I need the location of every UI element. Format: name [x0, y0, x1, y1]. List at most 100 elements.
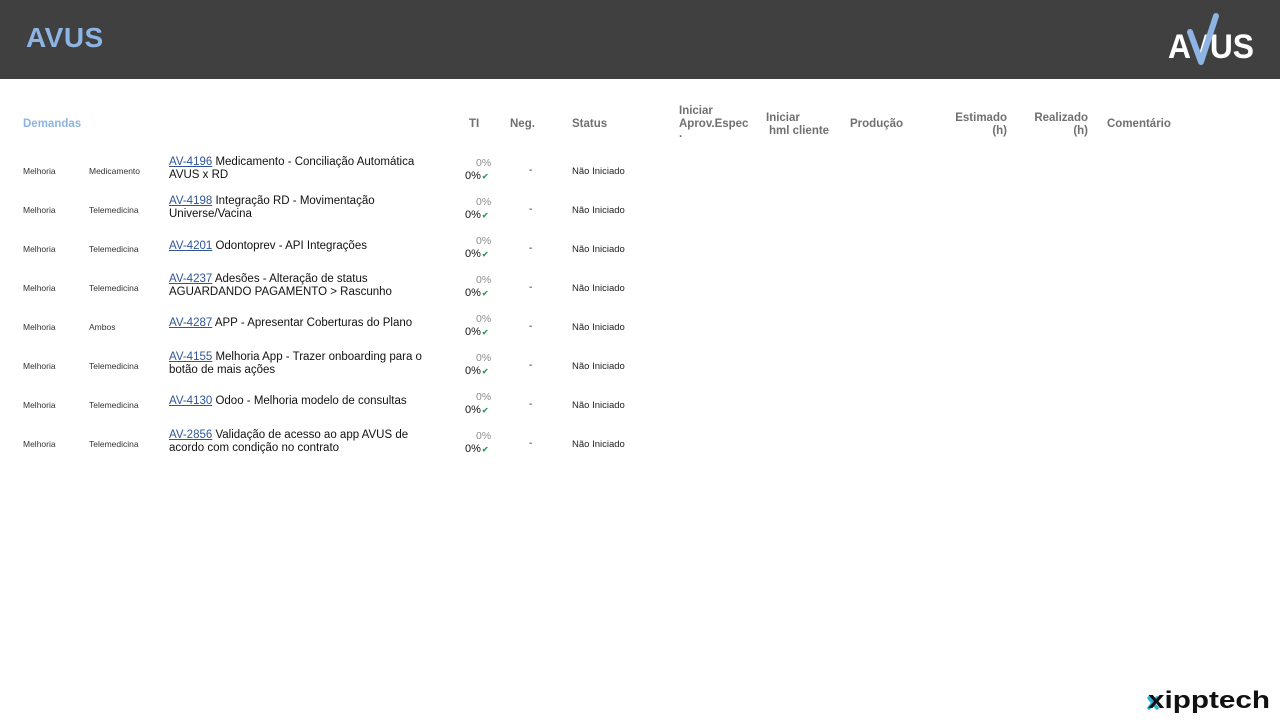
table-row: Melhoria Telemedicina AV-4201 Odontoprev…: [0, 232, 1280, 271]
ticket-link[interactable]: AV-4287: [169, 317, 212, 329]
col-estimado-line1: Estimado: [955, 112, 1007, 124]
col-iniciar-aprov-line1: Iniciar: [679, 105, 713, 117]
ticket-link[interactable]: AV-4237: [169, 273, 212, 285]
col-iniciar-aprov: Iniciar Aprov.Espec .: [679, 105, 749, 140]
col-demandas: Demandas: [23, 118, 82, 130]
col-realizado-line2: (h): [1073, 125, 1088, 137]
row-description: AV-4287 APP - Apresentar Coberturas do P…: [169, 317, 441, 330]
col-realizado-line1: Realizado: [1034, 112, 1088, 124]
table-row: Melhoria Ambos AV-4287 APP - Apresentar …: [0, 310, 1280, 349]
ticket-link[interactable]: AV-4201: [169, 240, 212, 252]
row-subcategory: Telemedicina: [89, 361, 139, 371]
check-icon: ✔: [481, 406, 489, 415]
ti-done: 0%: [465, 326, 481, 338]
table-row: Melhoria Telemedicina AV-4130 Odoo - Mel…: [0, 388, 1280, 427]
col-estimado-line2: (h): [992, 125, 1007, 137]
neg-value: -: [529, 360, 533, 371]
ti-progress: 0%✔: [465, 443, 489, 455]
status-text: Não Iniciado: [572, 400, 625, 411]
col-estimado: Estimado (h): [940, 112, 1007, 138]
row-subcategory: Ambos: [89, 322, 116, 332]
check-icon: ✔: [481, 211, 489, 220]
ticket-link[interactable]: AV-4198: [169, 195, 212, 207]
ti-planned: 0%: [476, 274, 492, 286]
row-description: AV-4130 Odoo - Melhoria modelo de consul…: [169, 395, 441, 408]
col-iniciar-aprov-line2: Aprov.Espec: [679, 118, 749, 130]
app-title: AVUS: [26, 22, 104, 53]
ticket-link[interactable]: AV-4155: [169, 351, 212, 363]
row-description: AV-4201 Odontoprev - API Integrações: [169, 240, 441, 253]
check-icon: ✔: [481, 250, 489, 259]
status-text: Não Iniciado: [572, 283, 625, 294]
row-description: AV-2856 Validação de acesso ao app AVUS …: [169, 429, 441, 455]
ticket-link[interactable]: AV-2856: [169, 429, 212, 441]
row-subcategory: Telemedicina: [89, 205, 139, 215]
ti-done: 0%: [465, 170, 481, 182]
ti-planned: 0%: [476, 235, 492, 247]
row-category: Melhoria: [23, 322, 56, 332]
ti-planned: 0%: [476, 313, 492, 325]
row-title: Odoo - Melhoria modelo de consultas: [212, 395, 407, 407]
check-icon: ✔: [481, 289, 489, 298]
table-row: Melhoria Telemedicina AV-4237 Adesões - …: [0, 271, 1280, 310]
ti-progress: 0%✔: [465, 170, 489, 182]
row-category: Melhoria: [23, 205, 56, 215]
ti-planned: 0%: [476, 430, 492, 442]
status-text: Não Iniciado: [572, 361, 625, 372]
row-title: Odontoprev - API Integrações: [212, 240, 367, 252]
col-iniciar-aprov-line3: .: [679, 128, 683, 140]
status-text: Não Iniciado: [572, 322, 625, 333]
ti-planned: 0%: [476, 157, 492, 169]
table-row: Melhoria Telemedicina AV-4198 Integração…: [0, 193, 1280, 232]
ti-done: 0%: [465, 365, 481, 377]
row-category: Melhoria: [23, 439, 56, 449]
col-status: Status: [572, 118, 608, 130]
row-category: Melhoria: [23, 166, 56, 176]
row-subcategory: Telemedicina: [89, 439, 139, 449]
check-icon: ✔: [481, 367, 489, 376]
avus-logo: AVUS: [1168, 13, 1254, 66]
ti-progress: 0%✔: [465, 404, 489, 416]
col-iniciar-hml-line1: Iniciar: [766, 112, 800, 124]
status-text: Não Iniciado: [572, 166, 625, 177]
col-ti: TI: [469, 118, 480, 130]
col-producao: Produção: [850, 118, 904, 130]
row-description: AV-4237 Adesões - Alteração de status AG…: [169, 273, 441, 299]
col-iniciar-hml-line2: hml cliente: [769, 125, 830, 137]
status-text: Não Iniciado: [572, 244, 625, 255]
neg-value: -: [529, 165, 533, 176]
neg-value: -: [529, 243, 533, 254]
neg-value: -: [529, 282, 533, 293]
top-banner: AVUS AVUS: [0, 0, 1280, 79]
status-text: Não Iniciado: [572, 439, 625, 450]
row-title: APP - Apresentar Coberturas do Plano: [212, 317, 413, 329]
status-text: Não Iniciado: [572, 205, 625, 216]
ti-done: 0%: [465, 248, 481, 260]
check-icon: ✔: [481, 445, 489, 454]
ti-progress: 0%✔: [465, 365, 489, 377]
table-row: Melhoria Telemedicina AV-2856 Validação …: [0, 427, 1280, 466]
table-row: Melhoria Telemedicina AV-4155 Melhoria A…: [0, 349, 1280, 388]
ti-planned: 0%: [476, 196, 492, 208]
row-description: AV-4155 Melhoria App - Trazer onboarding…: [169, 351, 441, 377]
xipptech-logo-text: xipptech: [1148, 687, 1270, 714]
ti-done: 0%: [465, 209, 481, 221]
row-category: Melhoria: [23, 400, 56, 410]
table-row: Melhoria Medicamento AV-4196 Medicamento…: [0, 154, 1280, 193]
row-description: AV-4196 Medicamento - Conciliação Automá…: [169, 156, 441, 182]
col-neg: Neg.: [510, 118, 535, 130]
ti-progress: 0%✔: [465, 326, 489, 338]
row-subcategory: Telemedicina: [89, 283, 139, 293]
ticket-link[interactable]: AV-4196: [169, 156, 212, 168]
ticket-link[interactable]: AV-4130: [169, 395, 212, 407]
neg-value: -: [529, 399, 533, 410]
ti-progress: 0%✔: [465, 248, 489, 260]
ti-done: 0%: [465, 443, 481, 455]
neg-value: -: [529, 438, 533, 449]
ti-done: 0%: [465, 287, 481, 299]
neg-value: -: [529, 204, 533, 215]
row-category: Melhoria: [23, 361, 56, 371]
col-realizado: Realizado (h): [1020, 112, 1088, 138]
xipptech-logo: xipptech: [1147, 687, 1270, 714]
col-iniciar-hml: Iniciar hml cliente: [766, 112, 829, 138]
